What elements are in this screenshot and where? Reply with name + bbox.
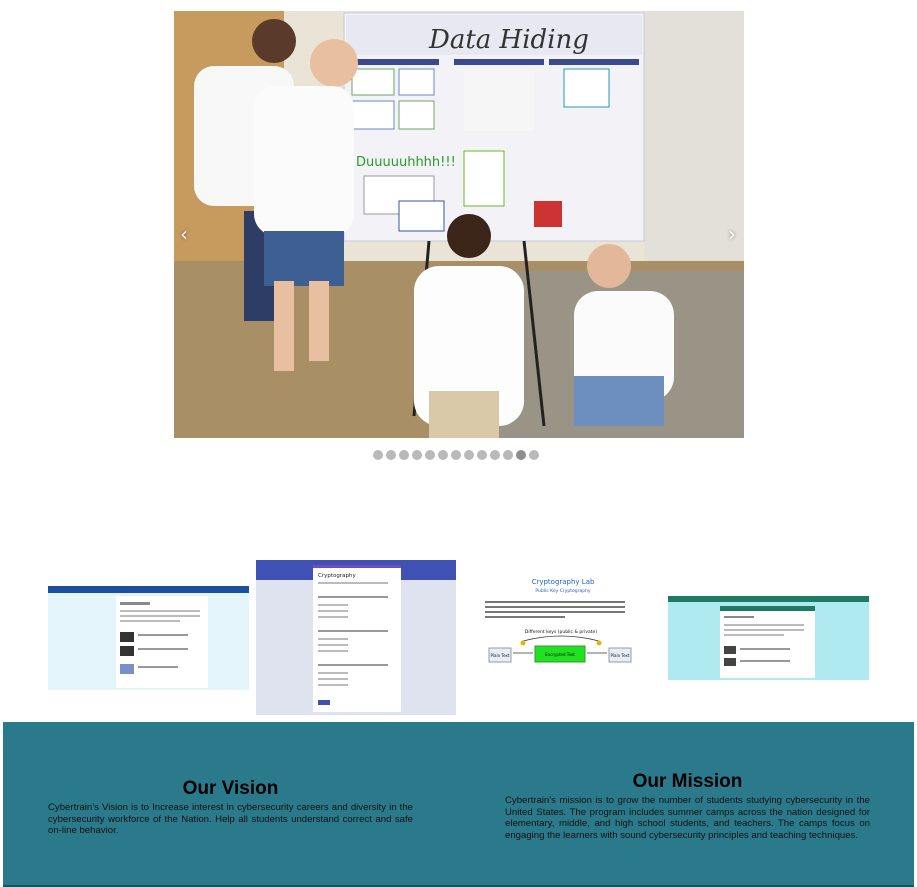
svg-text:Different keys (public & priva: Different keys (public & private) bbox=[525, 629, 597, 635]
carousel-dot[interactable] bbox=[516, 450, 526, 460]
thumbnail-cryptography-lab[interactable]: Cryptography Lab Public Key Cryptography… bbox=[483, 573, 643, 668]
carousel-prev-button[interactable]: ‹ bbox=[180, 224, 188, 244]
vision-mission-section: Our Vision Cybertrain's Vision is to Inc… bbox=[3, 722, 914, 887]
quiz-form-preview: Cryptography bbox=[256, 560, 456, 712]
mission-block: Our Mission Cybertrain's mission is to g… bbox=[505, 771, 870, 841]
carousel-next-button[interactable]: › bbox=[728, 224, 736, 244]
carousel-dot[interactable] bbox=[412, 450, 422, 460]
carousel-dot[interactable] bbox=[477, 450, 487, 460]
svg-text:Plain Text: Plain Text bbox=[611, 653, 630, 658]
crypto-lab-preview: Cryptography Lab Public Key Cryptography… bbox=[485, 578, 632, 663]
carousel-photo: Data Hiding Duuuuuhhhh!!! bbox=[174, 11, 744, 438]
carousel-dot[interactable] bbox=[529, 450, 539, 460]
carousel-dot[interactable] bbox=[399, 450, 409, 460]
carousel-dot[interactable] bbox=[386, 450, 396, 460]
carousel-dot[interactable] bbox=[464, 450, 474, 460]
carousel-dot[interactable] bbox=[490, 450, 500, 460]
svg-text:Cryptography Lab: Cryptography Lab bbox=[532, 578, 595, 586]
vision-text: Cybertrain's Vision is to Increase inter… bbox=[48, 802, 413, 837]
assignment-preview bbox=[668, 596, 869, 678]
svg-text:Public Key Cryptography: Public Key Cryptography bbox=[535, 588, 591, 594]
carousel-dot[interactable] bbox=[503, 450, 513, 460]
thumbnail-cryptography-quiz[interactable]: Cryptography bbox=[256, 560, 456, 715]
carousel-dot[interactable] bbox=[373, 450, 383, 460]
photo-carousel: Data Hiding Duuuuuhhhh!!! ‹ › bbox=[174, 11, 744, 438]
mission-heading: Our Mission bbox=[632, 771, 743, 792]
carousel-indicators bbox=[373, 450, 539, 462]
svg-text:Cryptography: Cryptography bbox=[318, 573, 356, 579]
mission-text: Cybertrain's mission is to grow the numb… bbox=[505, 795, 870, 841]
class-stream-preview bbox=[48, 586, 249, 688]
svg-text:Encrypted Text: Encrypted Text bbox=[545, 652, 575, 657]
svg-text:Duuuuuhhhh!!!: Duuuuuhhhh!!! bbox=[356, 155, 456, 170]
thumbnail-class-stream[interactable] bbox=[48, 586, 249, 690]
carousel-dot[interactable] bbox=[425, 450, 435, 460]
carousel-dot[interactable] bbox=[438, 450, 448, 460]
thumbnail-assignment[interactable] bbox=[668, 596, 869, 680]
carousel-dot[interactable] bbox=[451, 450, 461, 460]
svg-text:Plain Text: Plain Text bbox=[491, 653, 510, 658]
svg-text:Data Hiding: Data Hiding bbox=[428, 25, 589, 55]
vision-block: Our Vision Cybertrain's Vision is to Inc… bbox=[48, 778, 413, 837]
vision-heading: Our Vision bbox=[182, 778, 279, 799]
